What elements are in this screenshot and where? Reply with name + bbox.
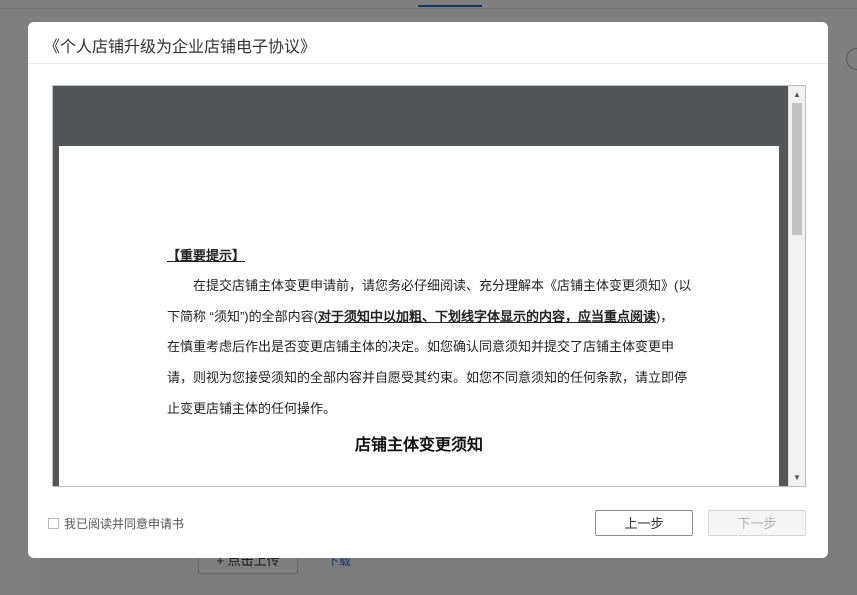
doc-paragraph-line: 下简称 “须知”)的全部内容(对于须知中以加粗、下划线字体显示的内容，应当重点阅… bbox=[167, 306, 673, 325]
modal-title: 《个人店铺升级为企业店铺电子协议》 bbox=[44, 39, 317, 56]
doc-paragraph-line: 在慎重考虑后作出是否变更店铺主体的决定。如您确认同意须知并提交了店铺主体变更申 bbox=[167, 339, 675, 354]
modal-divider bbox=[28, 63, 828, 64]
agree-checkbox[interactable] bbox=[48, 518, 59, 529]
scroll-down-arrow-icon[interactable]: ▼ bbox=[793, 473, 801, 482]
agreement-modal: 《个人店铺升级为企业店铺电子协议》 【重要提示】 在提交店铺主体变更申请前，请您… bbox=[28, 22, 828, 558]
document-heading: 店铺主体变更须知 bbox=[354, 437, 483, 454]
doc-text: )， bbox=[655, 309, 674, 324]
document-viewer[interactable]: 【重要提示】 在提交店铺主体变更申请前，请您务必仔细阅读、充分理解本《店铺主体变… bbox=[52, 85, 806, 487]
agree-option[interactable]: 我已阅读并同意申请书 bbox=[48, 515, 184, 532]
doc-paragraph-line: 止变更店铺主体的任何操作。 bbox=[167, 401, 337, 416]
prev-step-button[interactable]: 上一步 bbox=[595, 510, 693, 536]
next-step-button[interactable]: 下一步 bbox=[708, 510, 806, 536]
doc-paragraph-line: 请，则视为您接受须知的全部内容并自愿受其约束。如您不同意须知的任何条款，请立即停 bbox=[167, 370, 688, 385]
scroll-up-arrow-icon[interactable]: ▲ bbox=[793, 90, 801, 99]
scroll-thumb[interactable] bbox=[792, 103, 802, 235]
doc-text: 下简称 “须知”)的全部内容( bbox=[167, 309, 318, 324]
doc-emphasis-text: 对于须知中以加粗、下划线字体显示的内容，应当重点阅读 bbox=[317, 309, 656, 324]
document-page: 【重要提示】 在提交店铺主体变更申请前，请您务必仔细阅读、充分理解本《店铺主体变… bbox=[59, 146, 779, 486]
doc-paragraph-line: 在提交店铺主体变更申请前，请您务必仔细阅读、充分理解本《店铺主体变更须知》(以 bbox=[193, 278, 692, 293]
agree-label[interactable]: 我已阅读并同意申请书 bbox=[64, 515, 184, 532]
important-notice-label: 【重要提示】 bbox=[167, 248, 246, 263]
document-scrollbar[interactable]: ▲ ▼ bbox=[788, 86, 805, 486]
